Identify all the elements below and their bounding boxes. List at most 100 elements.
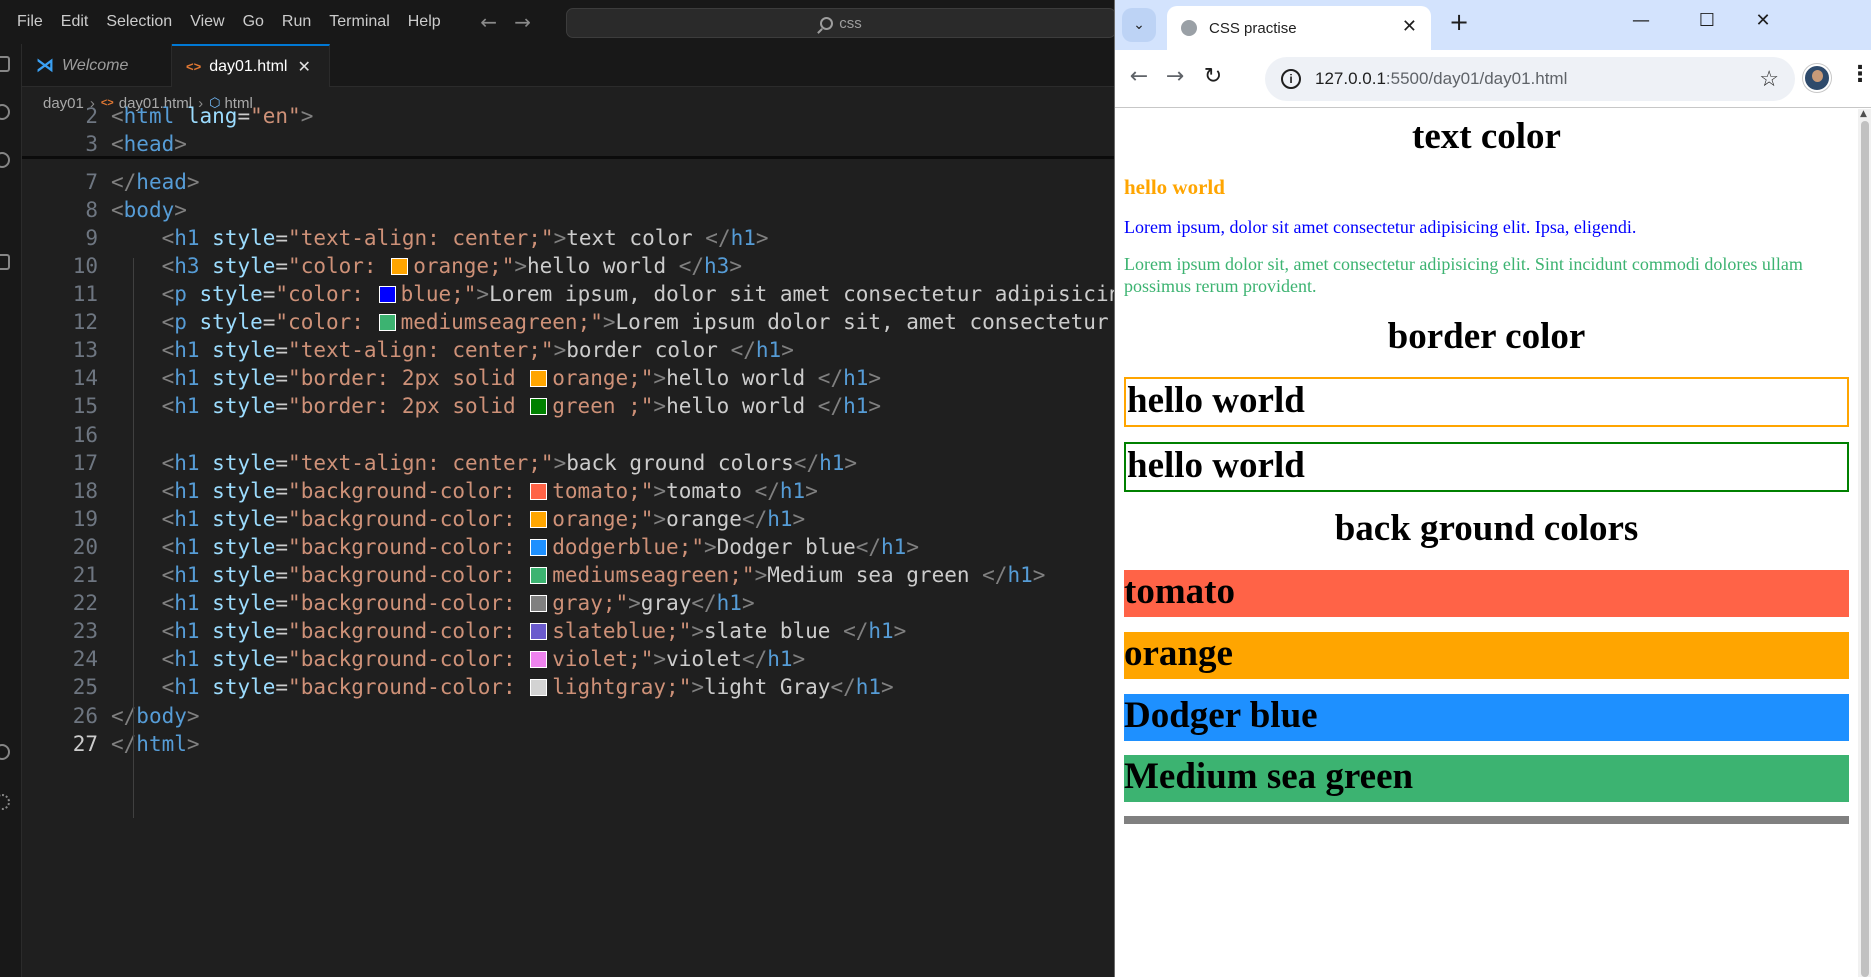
code-token: > bbox=[553, 338, 567, 362]
code-text: <h1 style="border: 2px solid orange;">he… bbox=[111, 364, 881, 392]
code-token: > bbox=[868, 366, 882, 390]
code-line[interactable]: 7 </head> bbox=[22, 168, 1114, 196]
color-swatch[interactable] bbox=[391, 258, 409, 275]
code-line[interactable]: 13 <h1 style="text-align: center;">borde… bbox=[22, 336, 1114, 364]
new-tab-icon[interactable]: + bbox=[1449, 8, 1469, 36]
code-line[interactable]: 21 <h1 style="background-color: mediumse… bbox=[22, 561, 1114, 589]
close-icon[interactable]: ✕ bbox=[297, 57, 310, 77]
bookmark-star-icon[interactable]: ☆ bbox=[1759, 66, 1779, 92]
menu-selection[interactable]: Selection bbox=[97, 0, 181, 44]
code-line[interactable]: 17 <h1 style="text-align: center;">back … bbox=[22, 449, 1114, 477]
close-tab-icon[interactable]: ✕ bbox=[1402, 16, 1417, 37]
code-token: head bbox=[136, 170, 187, 194]
code-token: > bbox=[653, 507, 667, 531]
line-number: 20 bbox=[72, 535, 98, 559]
code-line[interactable]: 20 <h1 style="background-color: dodgerbl… bbox=[22, 533, 1114, 561]
code-token: < bbox=[161, 507, 175, 531]
code-token: h1 bbox=[174, 366, 213, 390]
menu-edit[interactable]: Edit bbox=[52, 0, 98, 44]
heading-background-colors: back ground colors bbox=[1334, 508, 1639, 549]
line-number: 24 bbox=[72, 647, 98, 671]
code-token: "background-color: bbox=[288, 563, 529, 587]
code-line[interactable]: 11 <p style="color: blue;">Lorem ipsum, … bbox=[22, 280, 1114, 308]
code-token: < bbox=[161, 394, 175, 418]
back-arrow-icon[interactable]: ← bbox=[472, 10, 506, 34]
code-line[interactable]: 23 <h1 style="background-color: slateblu… bbox=[22, 617, 1114, 645]
profile-avatar[interactable] bbox=[1803, 64, 1831, 92]
menu-run[interactable]: Run bbox=[273, 0, 320, 44]
color-swatch[interactable] bbox=[530, 483, 548, 500]
code-token: </ bbox=[691, 591, 717, 615]
code-line[interactable]: 2 <html lang="en"> bbox=[22, 102, 1114, 130]
menu-view[interactable]: View bbox=[181, 0, 233, 44]
page-scrollbar[interactable]: ▲ bbox=[1858, 109, 1871, 977]
more-menu-icon[interactable]: ⋮ bbox=[1849, 62, 1871, 87]
menu-help[interactable]: Help bbox=[399, 0, 450, 44]
extensions-icon[interactable] bbox=[0, 254, 10, 270]
code-line[interactable]: 3 <head> bbox=[22, 130, 1114, 158]
code-line[interactable]: 19 <h1 style="background-color: orange;"… bbox=[22, 505, 1114, 533]
color-swatch[interactable] bbox=[530, 567, 548, 584]
color-swatch[interactable] bbox=[530, 679, 548, 696]
code-line[interactable]: 18 <h1 style="background-color: tomato;"… bbox=[22, 477, 1114, 505]
code-line[interactable]: 25 <h1 style="background-color: lightgra… bbox=[22, 673, 1114, 701]
html-file-icon: <> bbox=[186, 59, 202, 74]
menu-file[interactable]: File bbox=[8, 0, 52, 44]
code-line[interactable]: 22 <h1 style="background-color: gray;">g… bbox=[22, 589, 1114, 617]
menu-terminal[interactable]: Terminal bbox=[320, 0, 398, 44]
forward-icon[interactable]: → bbox=[1160, 64, 1190, 89]
code-line[interactable]: 24 <h1 style="background-color: violet;"… bbox=[22, 645, 1114, 673]
indent-guide bbox=[133, 258, 134, 818]
tab-day01-html[interactable]: <> day01.html ✕ bbox=[172, 44, 330, 87]
color-swatch[interactable] bbox=[530, 370, 548, 387]
code-line[interactable]: 12 <p style="color: mediumseagreen;">Lor… bbox=[22, 308, 1114, 336]
minimize-icon[interactable]: — bbox=[1629, 10, 1653, 31]
code-line[interactable]: 8 <body> bbox=[22, 196, 1114, 224]
code-token: h1 bbox=[767, 507, 793, 531]
code-editor[interactable]: 2 <html lang="en"> 3 <head> 7 </head> 8 <body> 9… bbox=[22, 104, 1114, 977]
source-control-icon[interactable] bbox=[0, 152, 10, 168]
explorer-icon[interactable] bbox=[0, 56, 10, 72]
run-debug-icon[interactable] bbox=[0, 202, 10, 218]
code-token: "background-color: bbox=[288, 591, 529, 615]
code-line[interactable]: 16 bbox=[22, 421, 1114, 449]
line-number: 9 bbox=[85, 226, 98, 250]
site-info-icon[interactable]: i bbox=[1281, 69, 1301, 89]
code-line[interactable]: 27 </html> bbox=[22, 730, 1114, 758]
settings-gear-icon[interactable] bbox=[0, 794, 10, 810]
search-view-icon[interactable] bbox=[0, 104, 10, 120]
color-swatch[interactable] bbox=[530, 398, 548, 415]
line-number: 25 bbox=[72, 675, 98, 699]
back-icon[interactable]: ← bbox=[1124, 64, 1154, 89]
color-swatch[interactable] bbox=[530, 623, 548, 640]
color-swatch[interactable] bbox=[530, 539, 548, 556]
tab-search-button[interactable]: ⌄ bbox=[1122, 8, 1156, 42]
reload-icon[interactable]: ↻ bbox=[1198, 64, 1228, 89]
command-center-search[interactable]: css bbox=[566, 8, 1114, 38]
line-number: 18 bbox=[72, 479, 98, 503]
code-text: <h1 style="background-color: gray;">gray… bbox=[111, 589, 755, 617]
color-swatch[interactable] bbox=[530, 651, 548, 668]
menu-go[interactable]: Go bbox=[234, 0, 273, 44]
code-token: > bbox=[653, 479, 667, 503]
maximize-icon[interactable]: ☐ bbox=[1695, 10, 1719, 31]
browser-tab[interactable]: CSS practise ✕ bbox=[1167, 6, 1431, 50]
code-token: h1 bbox=[174, 591, 213, 615]
scroll-up-icon[interactable]: ▲ bbox=[1860, 109, 1867, 119]
tab-welcome[interactable]: ⋊ Welcome bbox=[22, 44, 172, 87]
address-bar[interactable]: i 127.0.0.1 :5500/day01/day01.html ☆ bbox=[1265, 57, 1795, 101]
account-icon[interactable] bbox=[0, 744, 10, 760]
color-swatch[interactable] bbox=[530, 595, 548, 612]
code-line[interactable]: 10 <h3 style="color: orange;">hello worl… bbox=[22, 252, 1114, 280]
close-window-icon[interactable]: ✕ bbox=[1751, 10, 1775, 31]
code-line[interactable]: 9 <h1 style="text-align: center;">text c… bbox=[22, 224, 1114, 252]
code-line[interactable]: 15 <h1 style="border: 2px solid green ;"… bbox=[22, 392, 1114, 420]
code-line[interactable]: 26 </body> bbox=[22, 702, 1114, 730]
forward-arrow-icon[interactable]: → bbox=[506, 10, 540, 34]
scrollbar-thumb[interactable] bbox=[1861, 121, 1869, 977]
color-swatch[interactable] bbox=[378, 314, 396, 331]
code-token: > bbox=[653, 394, 667, 418]
color-swatch[interactable] bbox=[530, 511, 548, 528]
code-line[interactable]: 14 <h1 style="border: 2px solid orange;"… bbox=[22, 364, 1114, 392]
color-swatch[interactable] bbox=[378, 286, 396, 303]
